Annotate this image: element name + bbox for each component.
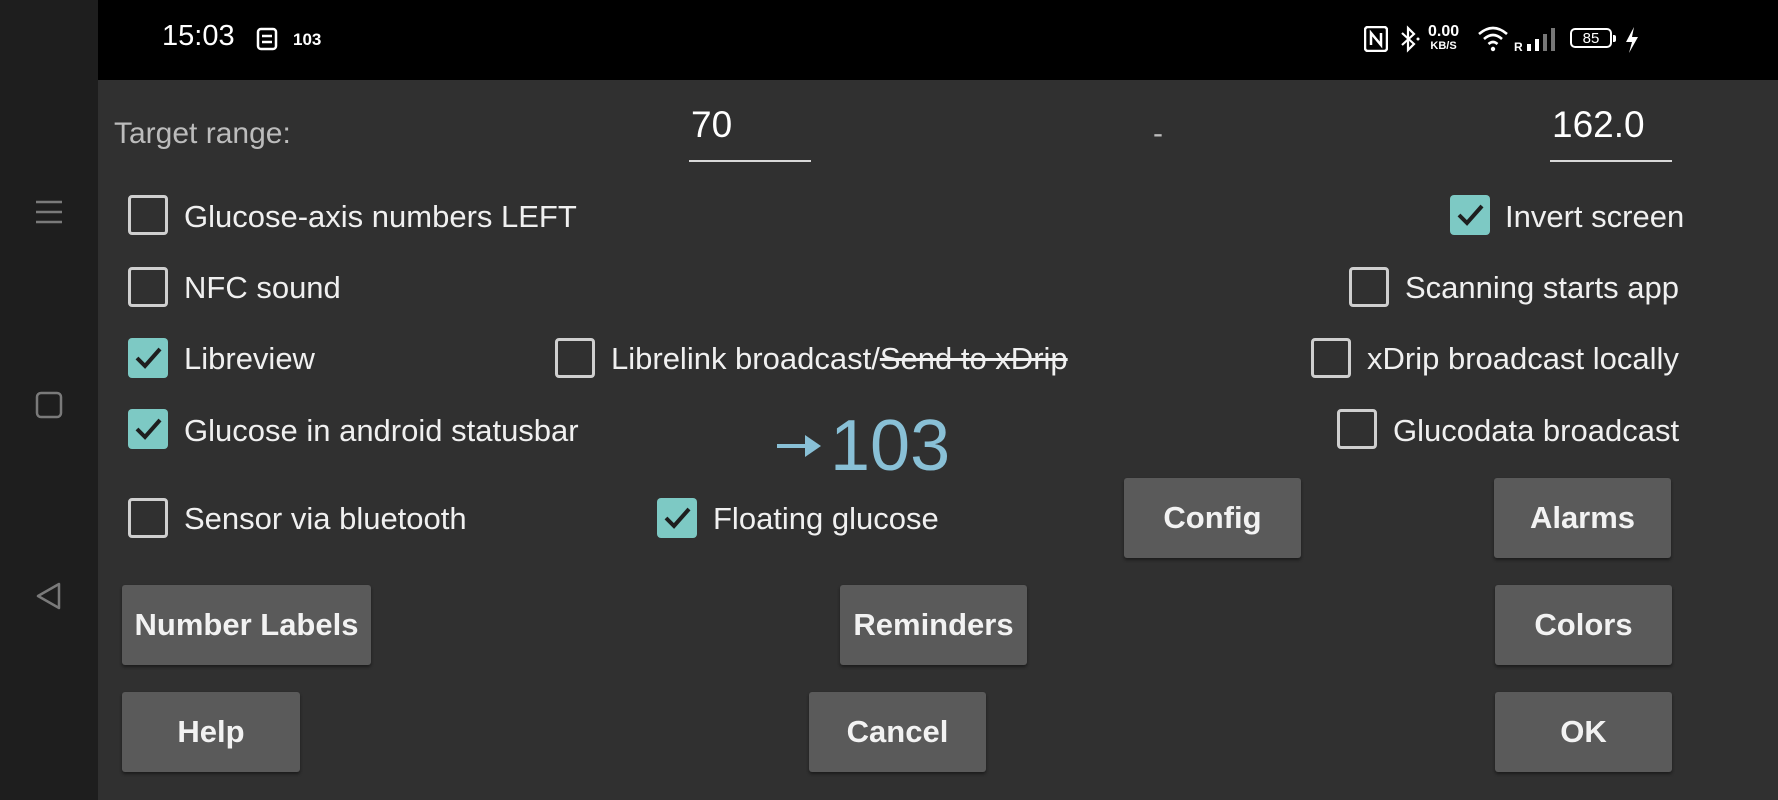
battery-indicator: 85	[1570, 28, 1616, 48]
glucose-statusbar-checkbox[interactable]	[128, 409, 168, 449]
xdrip-broadcast-locally-checkbox[interactable]	[1311, 338, 1351, 378]
home-square-icon[interactable]	[27, 383, 71, 427]
status-glucose-value: 103	[293, 30, 322, 49]
target-range-label: Target range:	[114, 117, 291, 150]
scanning-starts-app-checkbox[interactable]	[1349, 267, 1389, 307]
menu-icon[interactable]	[27, 190, 71, 234]
glucodata-broadcast-label[interactable]: Glucodata broadcast	[1393, 413, 1679, 449]
roaming-indicator: R	[1514, 40, 1523, 54]
system-navigation-bar	[0, 0, 98, 800]
sensor-bluetooth-label[interactable]: Sensor via bluetooth	[184, 501, 467, 537]
invert-screen-label[interactable]: Invert screen	[1505, 199, 1684, 235]
invert-screen-checkbox[interactable]	[1450, 195, 1490, 235]
send-to-xdrip-struck-text: Send to xDrip	[879, 341, 1068, 376]
floating-glucose-value: 103	[830, 406, 951, 486]
scanning-starts-app-label[interactable]: Scanning starts app	[1405, 270, 1679, 306]
status-bar: 15:03 103 0.00 KB/S R 85	[98, 0, 1778, 80]
back-triangle-icon[interactable]	[27, 574, 71, 618]
glucose-statusbar-label[interactable]: Glucose in android statusbar	[184, 413, 579, 449]
alarms-button[interactable]: Alarms	[1494, 478, 1671, 558]
checkmark-icon	[664, 507, 691, 529]
target-high-input[interactable]: 162.0	[1550, 104, 1672, 162]
nfc-sound-label[interactable]: NFC sound	[184, 270, 341, 306]
status-time: 15:03	[162, 20, 235, 52]
libreview-label[interactable]: Libreview	[184, 341, 315, 377]
ok-button[interactable]: OK	[1495, 692, 1672, 772]
floating-glucose-checkbox[interactable]	[657, 498, 697, 538]
wifi-icon	[1478, 26, 1508, 52]
floating-glucose-label[interactable]: Floating glucose	[713, 501, 939, 537]
glucodata-broadcast-checkbox[interactable]	[1337, 409, 1377, 449]
sensor-bluetooth-checkbox[interactable]	[128, 498, 168, 538]
cell-signal-icon	[1527, 28, 1555, 51]
glucose-axis-left-checkbox[interactable]	[128, 195, 168, 235]
colors-button[interactable]: Colors	[1495, 585, 1672, 665]
trend-arrow-right-icon	[777, 435, 821, 457]
checkmark-icon	[135, 347, 162, 369]
checkmark-icon	[1457, 204, 1484, 226]
libreview-checkbox[interactable]	[128, 338, 168, 378]
bluetooth-icon	[1401, 25, 1420, 53]
cancel-button[interactable]: Cancel	[809, 692, 986, 772]
number-labels-button[interactable]: Number Labels	[122, 585, 371, 665]
charging-bolt-icon	[1626, 27, 1638, 53]
nfc-icon	[1364, 26, 1388, 52]
reminders-button[interactable]: Reminders	[840, 585, 1027, 665]
nfc-sound-checkbox[interactable]	[128, 267, 168, 307]
xdrip-broadcast-locally-label[interactable]: xDrip broadcast locally	[1367, 341, 1679, 377]
checkmark-icon	[135, 418, 162, 440]
config-button[interactable]: Config	[1124, 478, 1301, 558]
target-range-separator: -	[1153, 117, 1163, 150]
librelink-broadcast-label[interactable]: Librelink broadcast/Send to xDrip	[611, 341, 1068, 377]
glucose-axis-left-label[interactable]: Glucose-axis numbers LEFT	[184, 199, 577, 235]
librelink-broadcast-text: Librelink broadcast/	[611, 341, 880, 376]
notification-list-icon	[256, 27, 278, 51]
help-button[interactable]: Help	[122, 692, 300, 772]
librelink-broadcast-checkbox[interactable]	[555, 338, 595, 378]
target-low-input[interactable]: 70	[689, 104, 811, 162]
network-speed: 0.00 KB/S	[1428, 23, 1460, 53]
